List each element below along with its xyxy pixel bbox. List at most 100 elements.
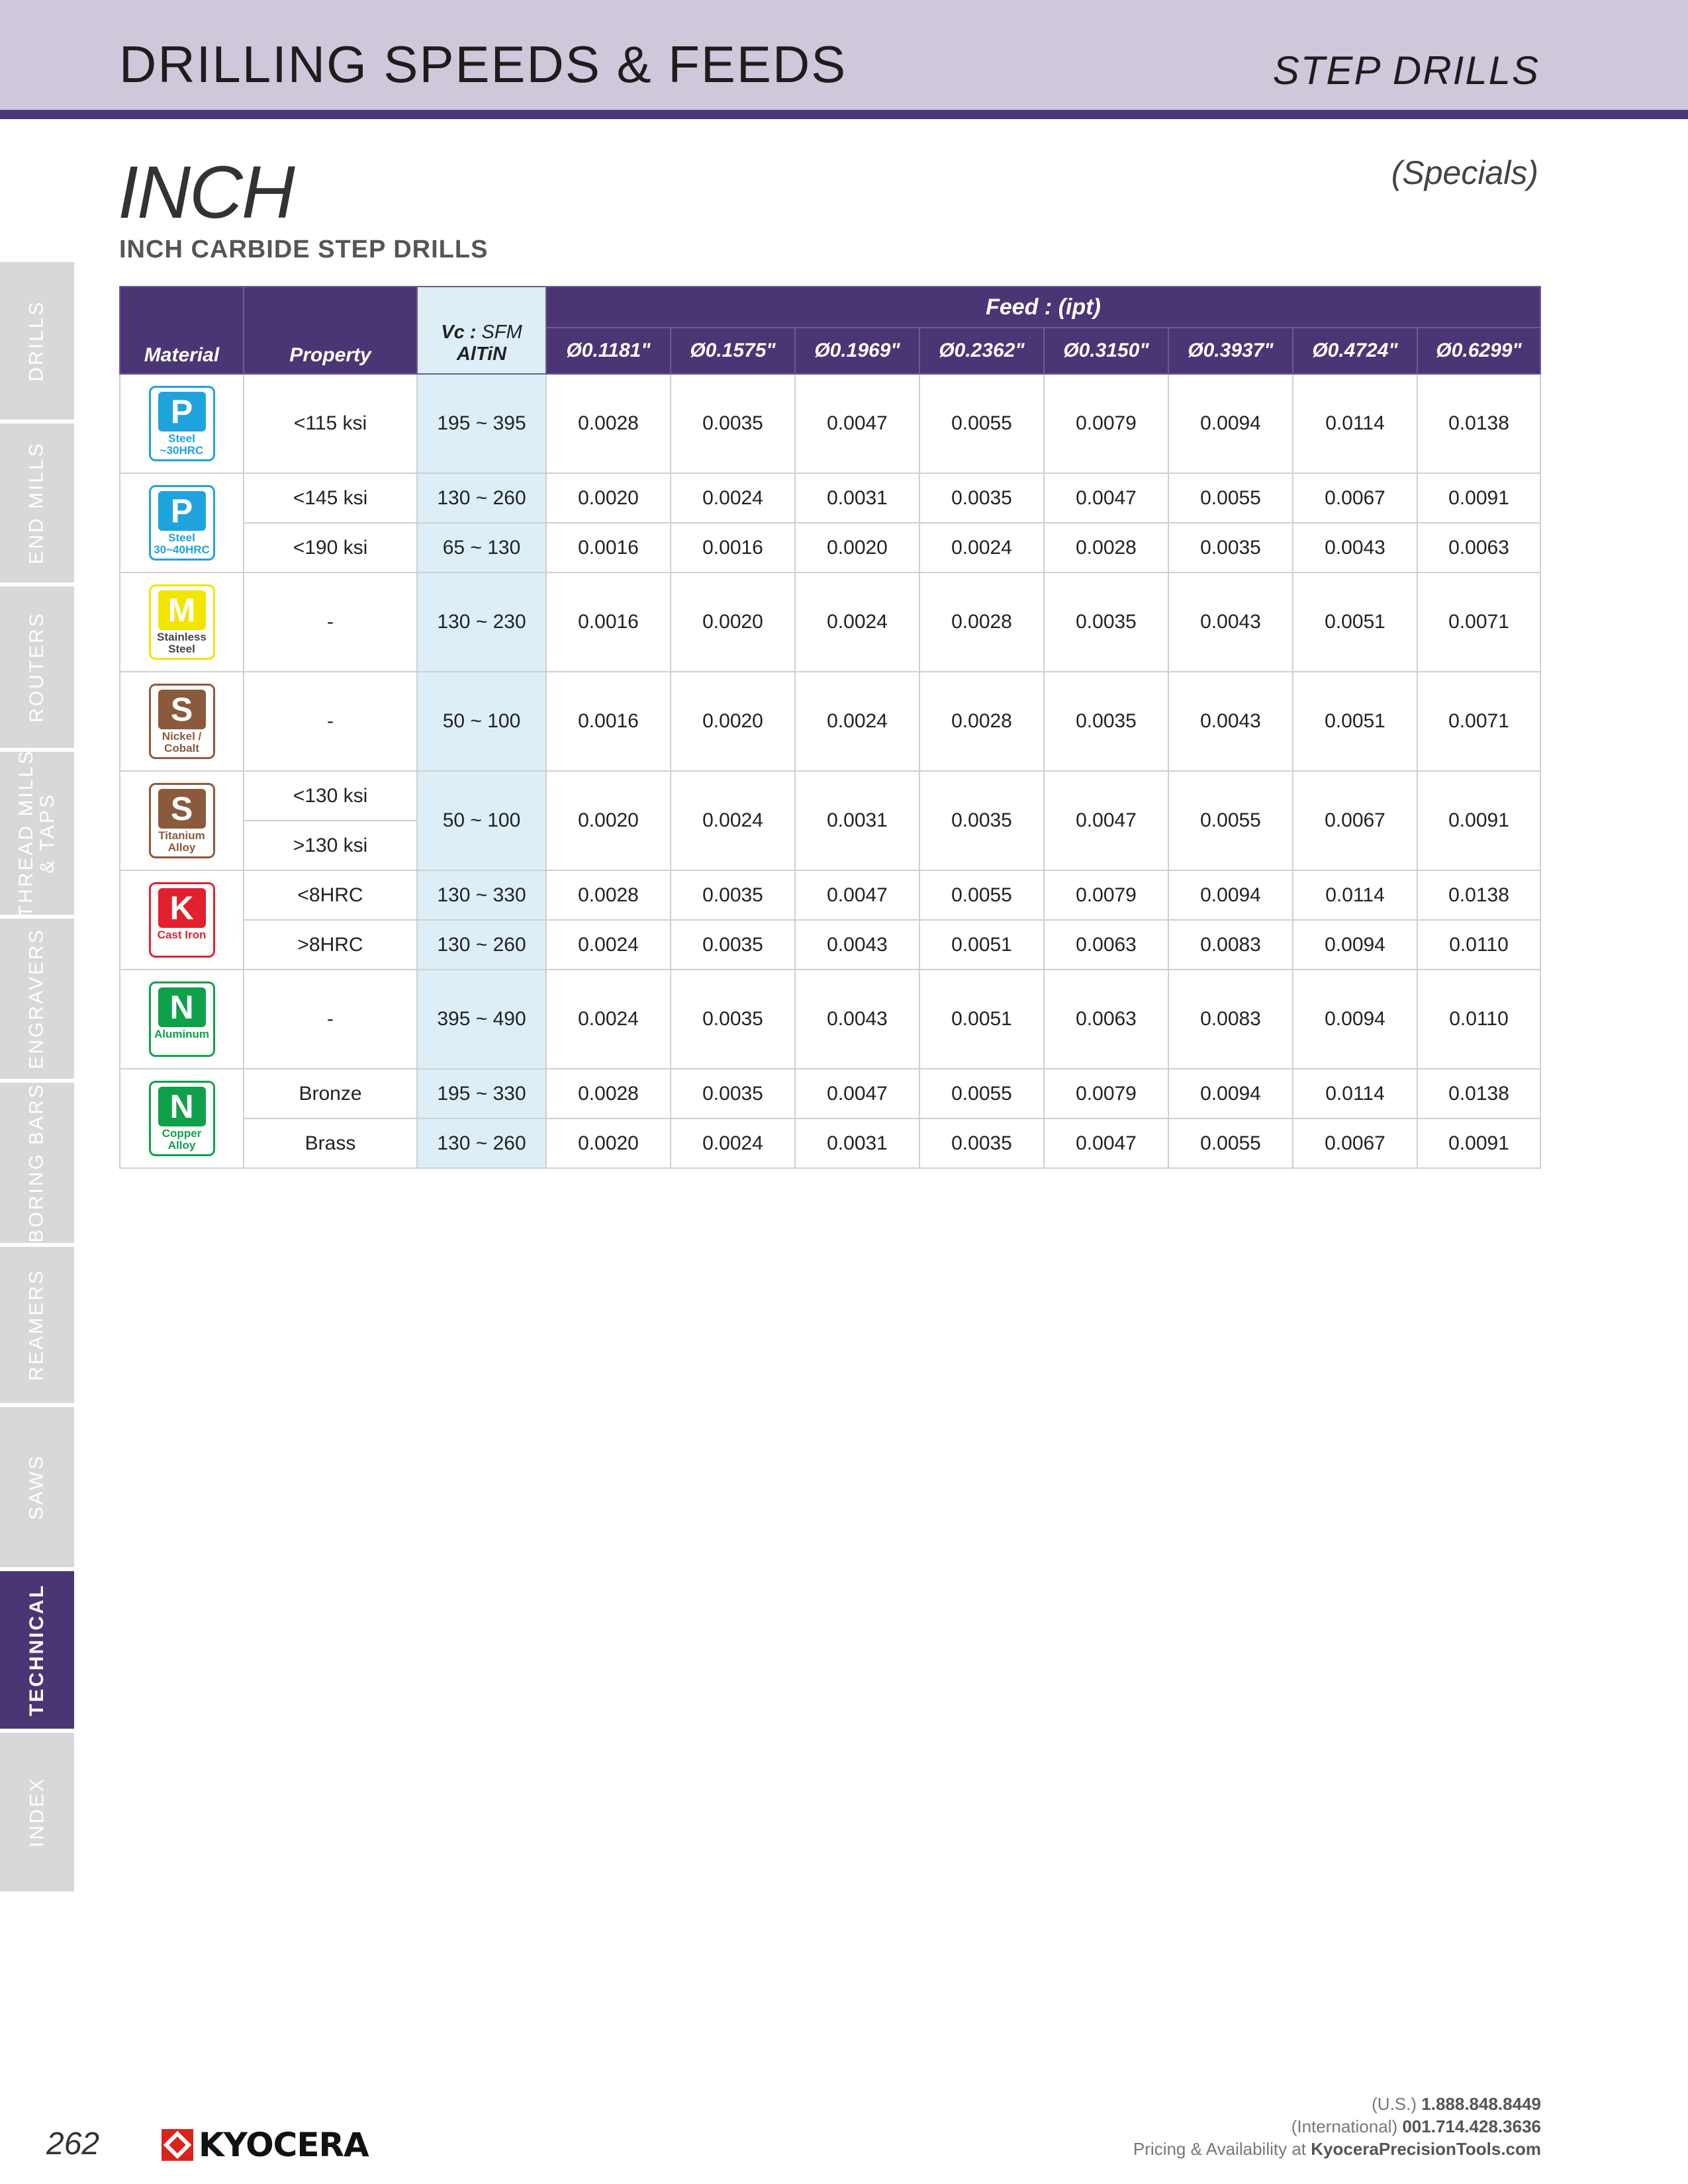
feed-cell: 0.0031 <box>794 1118 920 1169</box>
material-name: Aluminum <box>154 1028 210 1040</box>
side-tab-routers[interactable]: ROUTERS <box>0 586 74 748</box>
iso-letter: K <box>158 888 206 928</box>
table-row: P Steel ~30HRC <115 ksi 195 ~ 395 0.0028 0.00… <box>119 373 1542 474</box>
feed-cell: 0.0024 <box>670 770 796 871</box>
feed-cell: 0.0071 <box>1416 671 1542 772</box>
feed-cell: 0.0071 <box>1416 572 1542 672</box>
vc-cell: 130 ~ 260 <box>416 473 547 523</box>
page-title: DRILLING SPEEDS & FEEDS <box>119 35 847 93</box>
feed-cell: 0.0083 <box>1168 919 1293 970</box>
kyocera-logo-icon <box>162 2129 193 2161</box>
feed-cell: 0.0024 <box>670 473 796 523</box>
feed-cell: 0.0114 <box>1292 870 1418 921</box>
feed-cell: 0.0016 <box>545 671 671 772</box>
material-name: Cast Iron <box>157 929 207 941</box>
property-cell: >130 ksi <box>243 820 418 871</box>
side-tab-label: SAWS <box>25 1454 48 1520</box>
feed-cell: 0.0035 <box>1168 522 1293 573</box>
feed-cell: 0.0024 <box>670 1118 796 1169</box>
material-name: Titanium Alloy <box>158 829 205 854</box>
diameter-header: Ø0.1181" <box>545 327 671 375</box>
side-tab-label: END MILLS <box>26 441 48 565</box>
side-tab-thread-mills-taps[interactable]: THREAD MILLS & TAPS <box>0 749 74 918</box>
feed-cell: 0.0051 <box>919 969 1045 1069</box>
feed-cell: 0.0028 <box>919 671 1045 772</box>
feed-cell: 0.0016 <box>545 522 671 573</box>
table-row: K Cast Iron <8HRC 130 ~ 330 0.0028 0.0035 0.00… <box>119 870 1542 970</box>
feed-cell: 0.0079 <box>1043 1068 1169 1119</box>
feed-cell: 0.0035 <box>670 919 796 970</box>
feed-cell: 0.0055 <box>1168 473 1293 523</box>
iso-letter: P <box>158 491 206 531</box>
feed-cell: 0.0055 <box>919 870 1045 921</box>
feed-cell: 0.0055 <box>919 373 1045 474</box>
feed-cell: 0.0024 <box>545 969 671 1069</box>
feed-cell: 0.0024 <box>545 919 671 970</box>
vc-cell: 130 ~ 330 <box>416 870 547 921</box>
side-tab-engravers[interactable]: ENGRAVERS <box>0 919 74 1079</box>
table-row: S Titanium Alloy <130 ksi 50 ~ 100 0.0020 0.0… <box>119 770 1542 871</box>
side-tab-label: THREAD MILLS & TAPS <box>15 749 59 918</box>
vc-cell: 65 ~ 130 <box>416 522 547 573</box>
page-number: 262 <box>46 2126 100 2161</box>
feed-cell: 0.0043 <box>794 969 920 1069</box>
vc-cell: 50 ~ 100 <box>416 671 547 772</box>
material-cell: S Titanium Alloy <box>119 770 244 871</box>
material-name: Nickel / Cobalt <box>162 730 202 754</box>
feed-cell: 0.0051 <box>919 919 1045 970</box>
table-row: <190 ksi 65 ~ 130 0.0016 0.0016 0.0020 0.0024… <box>120 522 1542 573</box>
feed-cell: 0.0031 <box>794 473 920 523</box>
vc-cell: 50 ~ 100 <box>416 770 547 871</box>
material-badge: N Aluminum <box>148 981 215 1057</box>
material-cell: P Steel 30~40HRC <box>119 473 244 573</box>
material-badge: S Nickel / Cobalt <box>148 684 215 759</box>
side-tab-index[interactable]: INDEX <box>0 1733 74 1891</box>
feed-cell: 0.0091 <box>1416 473 1542 523</box>
feed-cell: 0.0047 <box>794 870 920 921</box>
feed-cell: 0.0024 <box>794 572 920 672</box>
feed-cell: 0.0114 <box>1292 1068 1418 1119</box>
side-tab-drills[interactable]: DRILLS <box>0 262 74 420</box>
property-cell: >8HRC <box>243 919 418 970</box>
brand-name: KYOCERA <box>199 2126 369 2164</box>
side-tab-label: BORING BARS <box>26 1083 48 1243</box>
feed-cell: 0.0020 <box>670 671 796 772</box>
table-row: >8HRC 130 ~ 260 0.0024 0.0035 0.0043 0.0051 0.… <box>120 919 1542 970</box>
material-badge: P Steel ~30HRC <box>148 386 215 461</box>
table-row: N Copper Alloy Bronze 195 ~ 330 0.0028 0.0035… <box>119 1068 1542 1169</box>
vc-cell: 130 ~ 260 <box>416 1118 547 1169</box>
feed-cell: 0.0055 <box>919 1068 1045 1119</box>
feed-cell: 0.0028 <box>545 870 671 921</box>
feed-cell: 0.0028 <box>545 1068 671 1119</box>
property-cell: - <box>243 969 418 1069</box>
feed-cell: 0.0047 <box>1043 1118 1169 1169</box>
side-tab-technical[interactable]: TECHNICAL <box>0 1571 74 1729</box>
iso-letter: P <box>158 392 206 432</box>
feed-cell: 0.0043 <box>1168 572 1293 672</box>
feed-cell: 0.0047 <box>794 1068 920 1119</box>
feed-cell: 0.0043 <box>794 919 920 970</box>
feed-cell: 0.0028 <box>545 373 671 474</box>
side-tab-reamers[interactable]: REAMERS <box>0 1247 74 1403</box>
website-link[interactable]: KyoceraPrecisionTools.com <box>1311 2139 1541 2159</box>
side-tab-end-mills[interactable]: END MILLS <box>0 424 74 582</box>
side-tab-saws[interactable]: SAWS <box>0 1407 74 1567</box>
table-subtitle: INCH CARBIDE STEP DRILLS <box>119 236 489 263</box>
property-cell: - <box>243 671 418 772</box>
table-row: Brass 130 ~ 260 0.0020 0.0024 0.0031 0.0035 0.… <box>120 1118 1542 1169</box>
feed-cell: 0.0055 <box>1168 1118 1293 1169</box>
property-cell: - <box>243 572 418 672</box>
vc-cell: 395 ~ 490 <box>416 969 547 1069</box>
material-cell: K Cast Iron <box>119 870 244 970</box>
unit-title: INCH <box>118 151 295 234</box>
material-cell: P Steel ~30HRC <box>119 373 244 474</box>
feed-cell: 0.0047 <box>794 373 920 474</box>
header-rule <box>0 110 1688 119</box>
side-tab-boring-bars[interactable]: BORING BARS <box>0 1083 74 1243</box>
feed-cell: 0.0047 <box>1043 473 1169 523</box>
kyocera-logo: KYOCERA <box>162 2126 369 2164</box>
feed-cell: 0.0024 <box>919 522 1045 573</box>
material-badge: K Cast Iron <box>148 882 215 958</box>
feed-cell: 0.0035 <box>919 770 1045 871</box>
contact-info: (U.S.) 1.888.848.8449 (International) 00… <box>1133 2094 1541 2159</box>
